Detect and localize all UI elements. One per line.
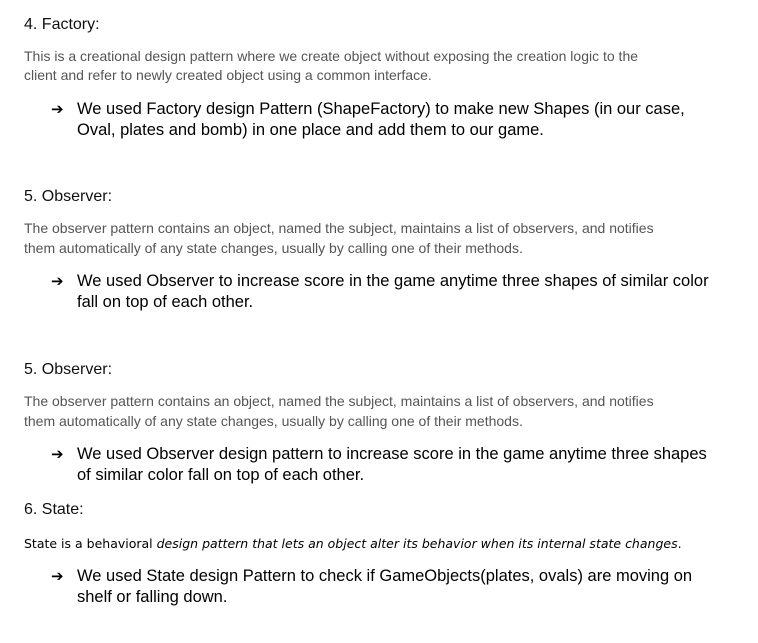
observer-description-line: them automatically of any state changes,…	[24, 240, 523, 256]
arrow-bullet-icon: ➔	[51, 273, 64, 290]
factory-description-line: This is a creational design pattern wher…	[24, 48, 639, 64]
factory-description-line: client and refer to newly created object…	[24, 67, 432, 83]
state-description-plain: State is a behavioral	[24, 536, 157, 551]
state-description: State is a behavioral design pattern tha…	[24, 535, 682, 553]
state-description-italic: design pattern that lets an object alter…	[156, 536, 678, 551]
factory-bullet-line: Oval, plates and bomb) in one place and …	[77, 121, 544, 139]
arrow-bullet-icon: ➔	[51, 101, 64, 118]
arrow-bullet-icon: ➔	[51, 568, 64, 585]
observer-bullet-line: fall on top of each other.	[77, 293, 254, 311]
observer-bullet-line: of similar color fall on top of each oth…	[77, 466, 365, 484]
state-heading: 6. State:	[24, 501, 84, 518]
observer-description-line: The observer pattern contains an object,…	[24, 393, 654, 409]
observer-description-line: The observer pattern contains an object,…	[24, 220, 654, 236]
observer-bullet-line: We used Observer design pattern to incre…	[77, 445, 707, 463]
observer-heading: 5. Observer:	[24, 188, 113, 205]
factory-heading: 4. Factory:	[24, 16, 100, 33]
state-bullet-line: We used State design Pattern to check if…	[77, 567, 693, 585]
state-description-end: .	[677, 536, 682, 551]
arrow-bullet-icon: ➔	[51, 446, 64, 463]
factory-bullet-line: We used Factory design Pattern (ShapeFac…	[77, 100, 685, 118]
observer-bullet-line: We used Observer to increase score in th…	[77, 272, 709, 290]
observer-description-line: them automatically of any state changes,…	[24, 413, 523, 429]
observer-heading: 5. Observer:	[24, 361, 113, 378]
state-bullet-line: shelf or falling down.	[77, 588, 228, 606]
